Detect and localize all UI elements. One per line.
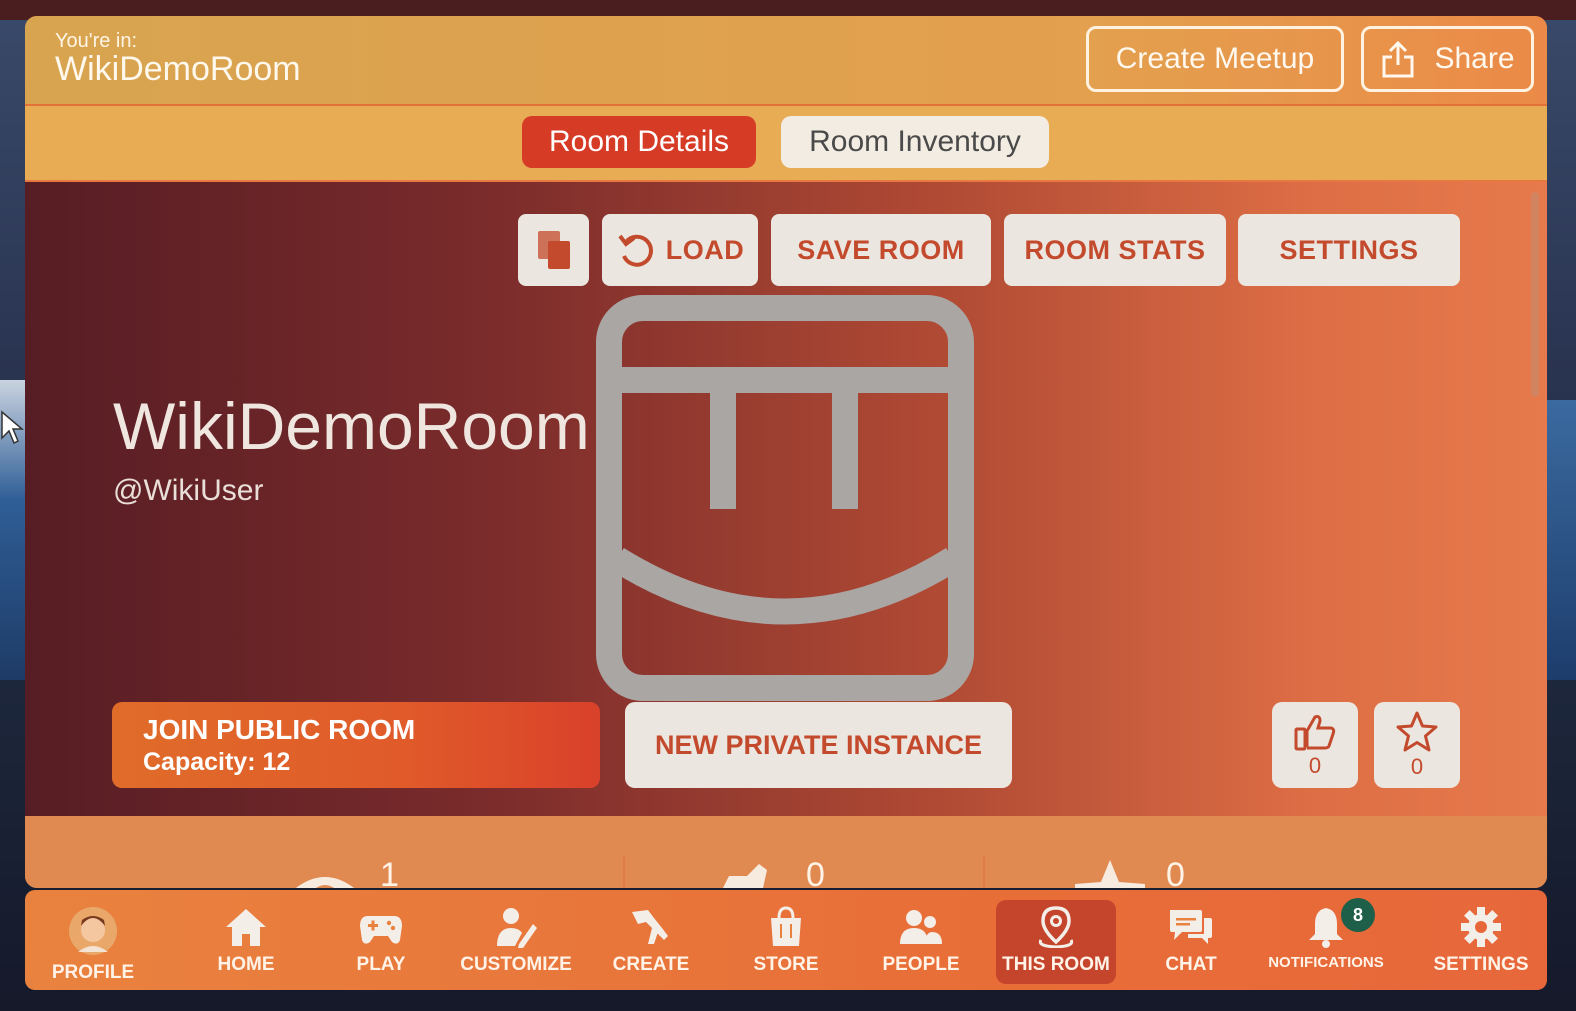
join-public-room-button[interactable]: JOIN PUBLIC ROOM Capacity: 12 (112, 702, 600, 788)
capacity-text: Capacity: 12 (143, 748, 291, 776)
background-right (1546, 400, 1576, 680)
eye-icon (296, 877, 354, 888)
settings-button[interactable]: SETTINGS (1238, 214, 1460, 286)
mouse-cursor-icon (1, 410, 25, 445)
nav-create[interactable]: CREATE (591, 900, 711, 984)
nav-label: THIS ROOM (1002, 954, 1110, 975)
create-meetup-button[interactable]: Create Meetup (1086, 26, 1344, 92)
tab-room-details[interactable]: Room Details (522, 116, 756, 168)
nav-this-room[interactable]: THIS ROOM (996, 900, 1116, 984)
nav-profile[interactable]: PROFILE (33, 900, 153, 984)
share-icon (1382, 40, 1414, 78)
tabs-bar: Room Details Room Inventory (25, 106, 1547, 182)
thumbs-up-icon (1294, 715, 1336, 751)
notifications-badge: 8 (1341, 898, 1375, 932)
nav-home[interactable]: HOME (186, 900, 306, 984)
cheer-button[interactable]: 0 (1272, 702, 1358, 788)
nav-label: PLAY (356, 954, 406, 975)
room-owner[interactable]: @WikiUser (113, 474, 263, 508)
rec-room-logo-icon (595, 294, 975, 704)
header-room-title: WikiDemoRoom (55, 50, 301, 88)
gear-icon (1461, 907, 1501, 947)
shopping-bag-icon (771, 906, 801, 946)
maker-pen-icon (632, 910, 668, 944)
location-pin-icon (1038, 906, 1074, 948)
nav-store[interactable]: STORE (726, 900, 846, 984)
nav-label: STORE (753, 954, 819, 975)
favorites-stat-count: 0 (1166, 856, 1185, 888)
share-label: Share (1434, 42, 1515, 75)
favorite-count: 0 (1410, 754, 1424, 779)
nav-label: HOME (217, 954, 275, 975)
scrollbar[interactable] (1531, 192, 1539, 397)
create-meetup-label: Create Meetup (1115, 42, 1315, 75)
save-room-button[interactable]: SAVE ROOM (771, 214, 991, 286)
nav-customize[interactable]: CUSTOMIZE (456, 900, 576, 984)
cheer-stat-icon (723, 864, 767, 888)
visits-count: 1 (380, 856, 399, 888)
nav-label: SETTINGS (1433, 954, 1529, 975)
room-stats-button[interactable]: ROOM STATS (1004, 214, 1226, 286)
nav-label: CUSTOMIZE (460, 954, 572, 975)
chat-icon (1170, 910, 1212, 944)
favorite-button[interactable]: 0 (1374, 702, 1460, 788)
home-icon (226, 909, 266, 946)
avatar (69, 907, 117, 955)
load-button[interactable]: LOAD (602, 214, 758, 286)
nav-label: PEOPLE (882, 954, 960, 975)
nav-people[interactable]: PEOPLE (861, 900, 981, 984)
panel-header: You're in: WikiDemoRoom Create Meetup Sh… (25, 16, 1547, 106)
join-public-room-label: JOIN PUBLIC ROOM (143, 714, 416, 745)
nav-label: CHAT (1165, 954, 1217, 975)
room-name: WikiDemoRoom (113, 389, 590, 463)
divider (983, 856, 985, 888)
share-button[interactable]: Share (1361, 26, 1534, 92)
new-private-instance-button[interactable]: NEW PRIVATE INSTANCE (625, 702, 1012, 788)
nav-label: CREATE (612, 954, 690, 975)
copy-icon (537, 231, 570, 269)
stats-row: 1 0 0 (25, 816, 1547, 888)
load-label: LOAD (665, 234, 745, 265)
nav-settings[interactable]: SETTINGS (1421, 900, 1541, 984)
nav-play[interactable]: PLAY (321, 900, 441, 984)
nav-chat[interactable]: CHAT (1131, 900, 1251, 984)
divider (623, 856, 625, 888)
room-hero: LOAD SAVE ROOM ROOM STATS SETTINGS WikiD… (25, 182, 1547, 816)
room-panel: You're in: WikiDemoRoom Create Meetup Sh… (25, 16, 1547, 888)
star-icon (1396, 711, 1438, 752)
bottom-nav: PROFILE HOME PLAY CUSTOMIZE CREATE STORE… (25, 890, 1547, 990)
copy-button[interactable] (518, 214, 589, 286)
star-stat-icon (1075, 860, 1145, 888)
nav-label: PROFILE (51, 962, 135, 983)
cheer-count: 0 (1308, 753, 1322, 778)
reload-icon (618, 234, 653, 267)
cheers-count: 0 (806, 856, 825, 888)
nav-label: NOTIFICATIONS (1268, 954, 1384, 971)
customize-icon (497, 908, 537, 948)
tab-room-inventory[interactable]: Room Inventory (781, 116, 1049, 168)
people-icon (900, 910, 942, 944)
gamepad-icon (360, 916, 402, 944)
